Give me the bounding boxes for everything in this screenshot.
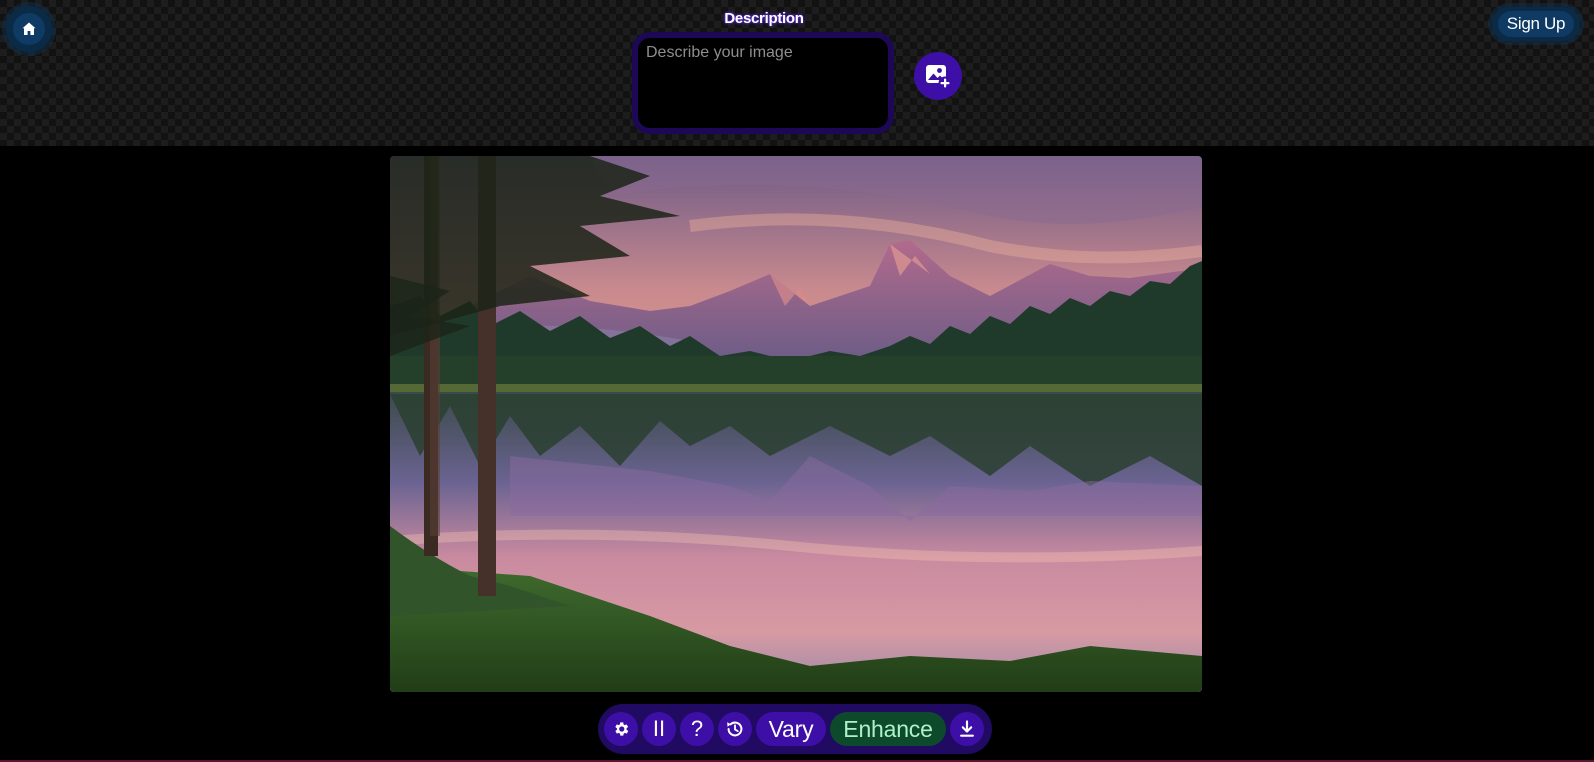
enhance-button[interactable]: Enhance xyxy=(830,712,946,746)
enhance-label: Enhance xyxy=(843,715,933,742)
image-plus-icon xyxy=(926,65,952,90)
signup-label: Sign Up xyxy=(1497,11,1575,37)
landscape-image xyxy=(390,156,1202,692)
vary-button[interactable]: Vary xyxy=(756,712,826,746)
generated-image xyxy=(390,156,1202,692)
help-button[interactable]: ? xyxy=(680,712,714,746)
home-button-inner xyxy=(13,13,45,45)
description-field[interactable] xyxy=(632,32,894,134)
download-button[interactable] xyxy=(950,712,984,746)
description-input[interactable] xyxy=(638,38,888,128)
history-button[interactable] xyxy=(718,712,752,746)
home-button[interactable] xyxy=(6,6,52,52)
history-icon xyxy=(727,721,743,737)
settings-button[interactable] xyxy=(604,712,638,746)
app-stage: Description Sign Up xyxy=(0,0,1594,762)
download-icon xyxy=(960,720,974,737)
gear-icon xyxy=(615,722,629,736)
pause-icon: II xyxy=(652,716,666,741)
home-icon xyxy=(22,22,36,35)
vary-label: Vary xyxy=(768,715,814,742)
signup-button[interactable]: Sign Up xyxy=(1492,7,1580,41)
add-image-button[interactable] xyxy=(914,52,962,100)
image-toolbar: II ? Vary Enhance xyxy=(598,704,992,754)
pause-button[interactable]: II xyxy=(642,712,676,746)
description-label: Description xyxy=(724,10,804,27)
help-icon: ? xyxy=(690,716,704,741)
